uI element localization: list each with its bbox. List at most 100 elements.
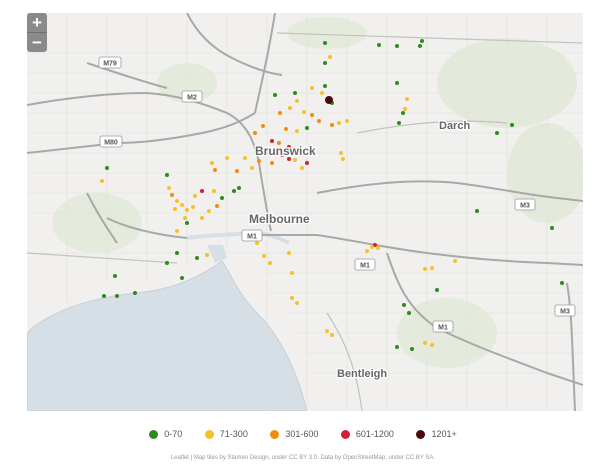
data-point[interactable] <box>365 249 369 253</box>
data-point[interactable] <box>288 106 292 110</box>
data-point[interactable] <box>395 345 399 349</box>
data-point[interactable] <box>418 44 422 48</box>
data-point[interactable] <box>330 123 334 127</box>
data-point[interactable] <box>200 189 204 193</box>
data-point[interactable] <box>232 189 236 193</box>
data-point[interactable] <box>193 194 197 198</box>
data-point[interactable] <box>376 246 380 250</box>
data-point[interactable] <box>310 113 314 117</box>
data-point[interactable] <box>205 253 209 257</box>
data-point[interactable] <box>320 91 324 95</box>
data-point[interactable] <box>475 209 479 213</box>
data-point[interactable] <box>167 186 171 190</box>
data-point[interactable] <box>102 294 106 298</box>
data-point[interactable] <box>293 158 297 162</box>
data-point[interactable] <box>105 166 109 170</box>
map-container[interactable]: Brunswick Melbourne Darch Bentleigh M79 … <box>27 13 583 411</box>
data-point[interactable] <box>402 303 406 307</box>
data-point[interactable] <box>210 161 214 165</box>
data-point[interactable] <box>273 93 277 97</box>
data-point[interactable] <box>191 205 195 209</box>
zoom-out-button[interactable]: − <box>27 32 47 52</box>
data-point[interactable] <box>295 99 299 103</box>
data-point[interactable] <box>278 111 282 115</box>
data-point[interactable] <box>261 124 265 128</box>
data-point[interactable] <box>302 110 306 114</box>
data-point[interactable] <box>290 271 294 275</box>
data-point[interactable] <box>133 291 137 295</box>
data-point[interactable] <box>330 333 334 337</box>
zoom-in-button[interactable]: + <box>27 13 47 32</box>
data-point[interactable] <box>550 226 554 230</box>
data-point[interactable] <box>284 127 288 131</box>
data-point[interactable] <box>287 251 291 255</box>
data-point[interactable] <box>180 276 184 280</box>
data-point[interactable] <box>300 166 304 170</box>
data-point[interactable] <box>213 168 217 172</box>
data-point[interactable] <box>395 81 399 85</box>
data-point[interactable] <box>295 129 299 133</box>
data-point[interactable] <box>295 301 299 305</box>
data-point[interactable] <box>175 229 179 233</box>
data-point[interactable] <box>370 245 374 249</box>
data-point[interactable] <box>323 61 327 65</box>
data-point[interactable] <box>328 55 332 59</box>
data-point[interactable] <box>430 343 434 347</box>
data-point[interactable] <box>185 221 189 225</box>
data-point[interactable] <box>195 256 199 260</box>
data-point[interactable] <box>325 96 333 104</box>
data-point[interactable] <box>113 274 117 278</box>
data-point[interactable] <box>270 161 274 165</box>
data-point[interactable] <box>185 208 189 212</box>
data-point[interactable] <box>173 207 177 211</box>
data-point[interactable] <box>395 44 399 48</box>
data-point[interactable] <box>430 266 434 270</box>
data-point[interactable] <box>262 254 266 258</box>
data-point[interactable] <box>270 139 274 143</box>
data-point[interactable] <box>207 209 211 213</box>
data-point[interactable] <box>401 111 405 115</box>
data-point[interactable] <box>341 157 345 161</box>
data-point[interactable] <box>183 216 187 220</box>
data-point[interactable] <box>337 121 341 125</box>
data-point[interactable] <box>339 151 343 155</box>
data-point[interactable] <box>405 97 409 101</box>
data-point[interactable] <box>115 294 119 298</box>
data-point[interactable] <box>420 39 424 43</box>
data-point[interactable] <box>290 296 294 300</box>
data-point[interactable] <box>305 161 309 165</box>
data-point[interactable] <box>495 131 499 135</box>
data-point[interactable] <box>243 156 247 160</box>
data-point[interactable] <box>225 156 229 160</box>
data-point[interactable] <box>215 204 219 208</box>
data-point[interactable] <box>410 347 414 351</box>
data-point[interactable] <box>345 119 349 123</box>
data-point[interactable] <box>180 203 184 207</box>
data-point[interactable] <box>175 251 179 255</box>
data-point[interactable] <box>293 91 297 95</box>
data-point[interactable] <box>510 123 514 127</box>
data-point[interactable] <box>220 196 224 200</box>
data-point[interactable] <box>310 86 314 90</box>
data-point[interactable] <box>435 288 439 292</box>
data-point[interactable] <box>397 121 401 125</box>
data-point[interactable] <box>212 189 216 193</box>
data-point[interactable] <box>165 173 169 177</box>
data-point[interactable] <box>255 241 259 245</box>
data-point[interactable] <box>323 41 327 45</box>
data-point[interactable] <box>305 126 309 130</box>
data-point[interactable] <box>237 186 241 190</box>
data-point[interactable] <box>253 131 257 135</box>
data-point[interactable] <box>165 261 169 265</box>
data-point[interactable] <box>257 159 261 163</box>
data-point[interactable] <box>170 193 174 197</box>
data-point[interactable] <box>250 166 254 170</box>
data-point[interactable] <box>100 179 104 183</box>
data-point[interactable] <box>377 43 381 47</box>
data-point[interactable] <box>423 341 427 345</box>
data-point[interactable] <box>323 84 327 88</box>
data-point[interactable] <box>317 119 321 123</box>
data-point[interactable] <box>200 216 204 220</box>
data-point[interactable] <box>423 267 427 271</box>
data-point[interactable] <box>175 199 179 203</box>
